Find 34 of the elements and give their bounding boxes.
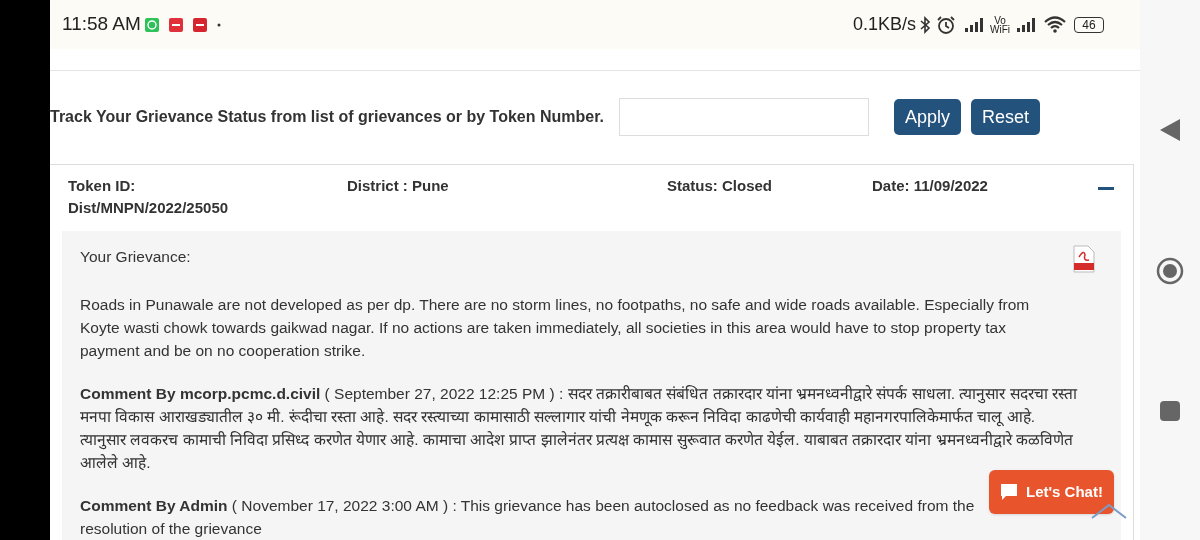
section-heading: Your Grievance: <box>80 247 191 267</box>
chat-button[interactable]: Let's Chat! <box>989 470 1114 514</box>
grievance-field: Status: Closed <box>667 175 872 197</box>
back-icon[interactable] <box>1159 117 1181 142</box>
pdf-icon[interactable] <box>1073 245 1095 273</box>
clock: 11:58 AM <box>62 12 141 37</box>
filter-button[interactable]: Reset <box>970 99 1040 136</box>
recents-icon[interactable] <box>1159 400 1181 423</box>
filter-label: Track Your Grievance Status from list of grievances or by Token Number. <box>50 107 605 128</box>
bluetooth-icon <box>919 15 931 34</box>
filter-button[interactable]: Apply <box>893 99 961 136</box>
signal-icon <box>964 16 986 33</box>
wifi-icon <box>1044 16 1066 34</box>
signal-icon <box>1016 16 1038 33</box>
wifi-calling-label: Vo <box>994 15 1006 25</box>
home-icon[interactable] <box>1156 257 1184 285</box>
alarm-icon <box>936 14 956 35</box>
dot-icon <box>216 22 221 27</box>
chat-app-icon <box>144 17 159 32</box>
comment-text: Comment By mcorp.pcmc.d.civil ( September 27, 2022 12:25 PM ) : सदर तक्रारीबाबत संबंधित तक्रारदार यांना भ्रमनध्वनीद्वारे संपर्क साधला. त्यानुसार सदरचा रस्ता मनपा विकास आराखड्यातील ३० मी. रूंदीचा रस्ता आहे. सदर रस्त्याच्या कामासाठी सल्लागार यांची नेमणूक करून निविदा काढणेची कार्यवाही महानगरपालिकेमार्फत चालू आहे. त्यानुसार लवकरच कामाची निविदा प्रसिध्द करणेत येणार आहे. कामाचा आदेश प्राप्त झालेनंतर प्रत्यक्ष कामास सुरूवात करणेत येईल. याबाबत तक्रारदार यांना भ्रमनध्वनीद्वारे कळविणेत आलेले आहे. <box>80 384 1079 473</box>
app-icon <box>168 17 183 32</box>
grievance-field: Token ID: <box>68 175 347 197</box>
scroll-top-icon[interactable] <box>1090 503 1128 519</box>
chat-icon <box>1000 483 1018 501</box>
network-speed: 0.1KB/s <box>852 13 916 37</box>
grievance-text: Roads in Punawale are not developed as per dp. There are no storm lines, no footpaths, no safe and wide roads available. Especially from Koyte wasti chowk towards gaikwad nagar. If no actions are taken immediately, all societies in this area would have to stop property tax payment and be on no cooperation strike. <box>80 295 1031 361</box>
wifi-calling-label: WiFi <box>990 24 1010 34</box>
grievance-field: Dist/MNPN/2022/25050 <box>68 197 347 219</box>
token-field[interactable] <box>619 98 869 137</box>
grievance-field: District : Pune <box>347 175 667 197</box>
battery-icon: 46 <box>1074 16 1104 33</box>
comment-text: Comment By Admin ( November 17, 2022 3:00 AM ) : This grievance has been autoclosed as no feedback was received from the resolution of the grievance <box>80 496 976 539</box>
grievance-field: Date: 11/09/2022 <box>872 175 1092 197</box>
app-icon <box>192 17 207 32</box>
